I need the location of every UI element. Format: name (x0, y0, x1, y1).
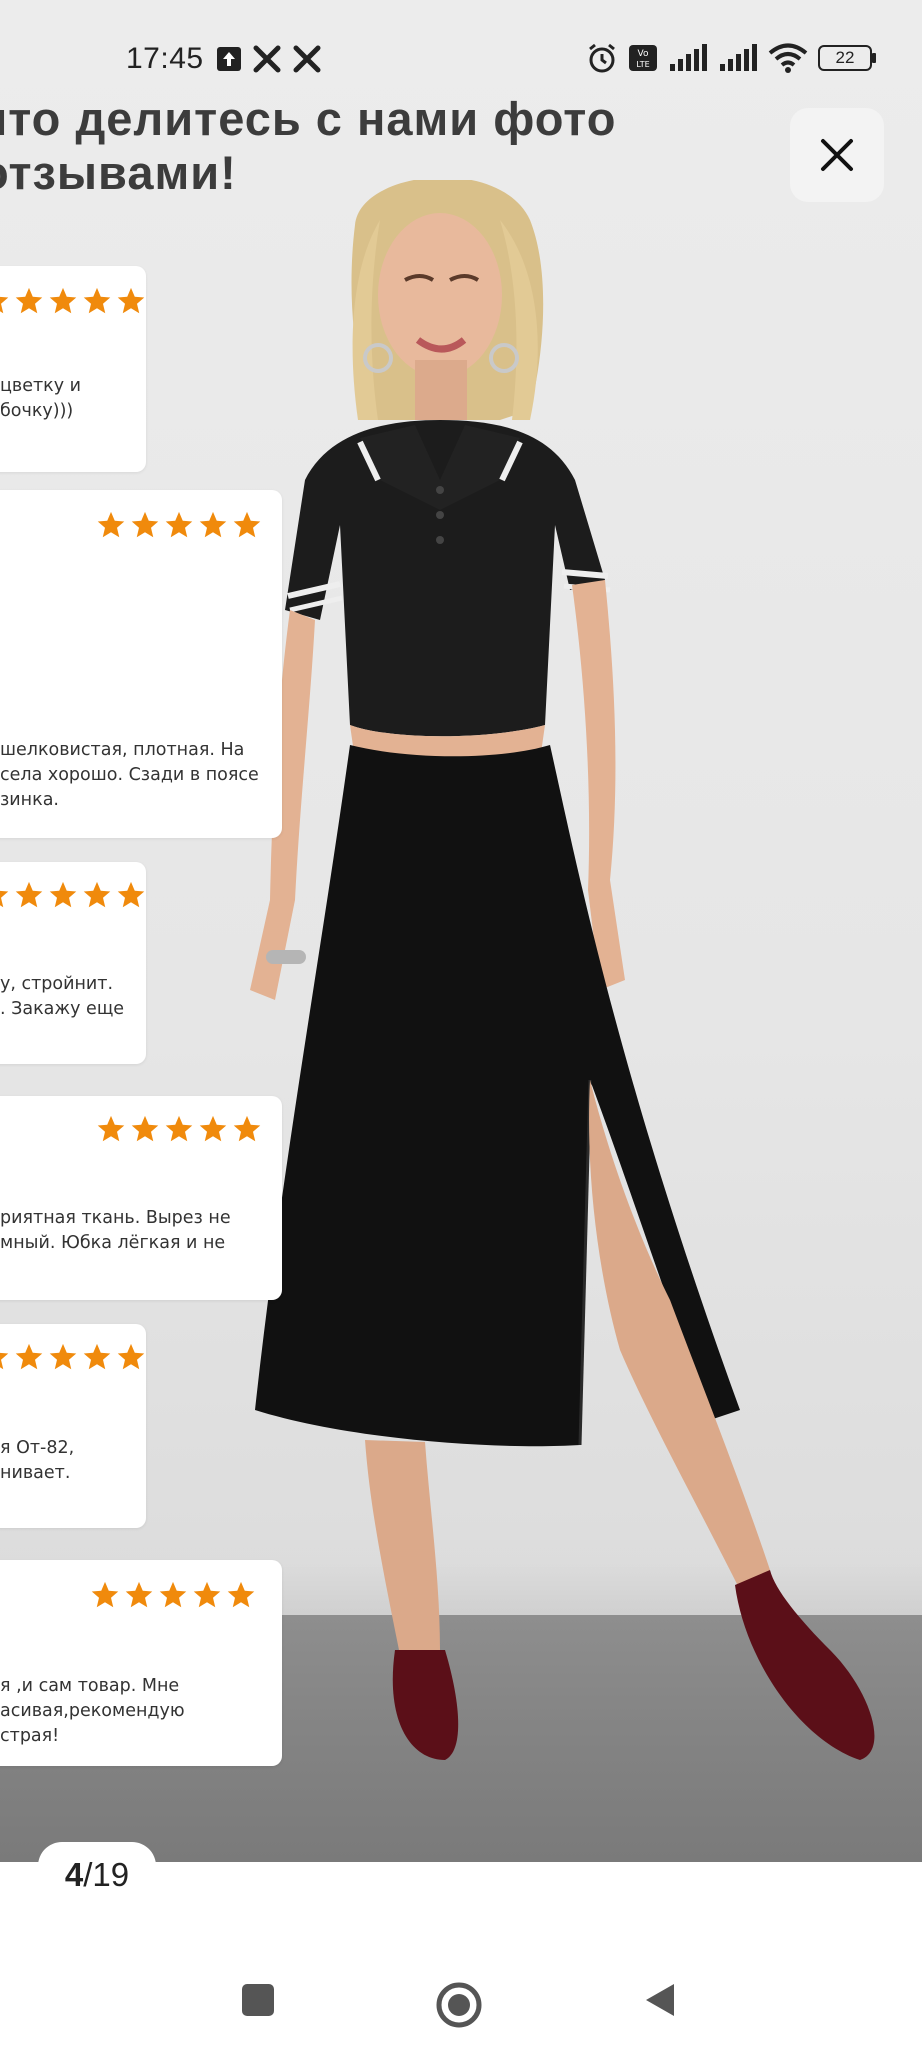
star-icon (97, 511, 125, 538)
signal-icon (720, 44, 757, 71)
star-icon (83, 1343, 111, 1370)
rating-stars (96, 1114, 262, 1144)
pager-current: 4 (64, 1856, 84, 1893)
model-figure (250, 180, 875, 1760)
star-icon (83, 287, 111, 314)
star-icon (15, 1343, 43, 1370)
star-icon (49, 881, 77, 908)
battery-icon: 22 (818, 45, 876, 71)
system-nav-bar (0, 1940, 922, 2048)
rating-stars (0, 1342, 146, 1372)
recents-square-icon (242, 1984, 274, 2016)
recents-button[interactable] (238, 1980, 278, 2020)
status-time: 17:45 (126, 42, 204, 75)
star-icon (193, 1581, 221, 1608)
rating-stars (90, 1580, 256, 1610)
review-card: цветку и бочку))) (0, 266, 146, 472)
star-icon (125, 1581, 153, 1608)
svg-text:LTE: LTE (636, 60, 649, 69)
star-icon (97, 1115, 125, 1142)
alarm-icon (589, 43, 615, 73)
promo-heading-line1: что делитесь с нами фото (0, 92, 617, 145)
svg-text:Vo: Vo (638, 49, 649, 59)
star-icon (15, 287, 43, 314)
star-icon (117, 881, 145, 908)
signal-icon (670, 44, 707, 71)
rating-stars (0, 880, 146, 910)
close-icon (821, 139, 853, 171)
status-bar: 17:45 Vo LTE 22 (0, 36, 922, 86)
star-icon (15, 881, 43, 908)
star-icon (199, 1115, 227, 1142)
star-icon (117, 1343, 145, 1370)
pager-separator: / (83, 1856, 93, 1893)
back-triangle-icon (646, 1984, 674, 2016)
home-button[interactable] (434, 1980, 484, 2030)
star-icon (233, 1115, 261, 1142)
promo-heading: что делитесь с нами фото отзывами! (0, 92, 680, 200)
star-icon (199, 511, 227, 538)
image-pager: 4 / 19 (38, 1842, 156, 1894)
promo-heading-line2: отзывами! (0, 146, 237, 199)
review-text: я От-82, нивает. (0, 1438, 75, 1483)
review-text: цветку и бочку))) (0, 376, 82, 421)
review-text: у, стройнит. . Закажу еще (0, 974, 125, 1019)
star-icon (0, 890, 9, 908)
review-card: я От-82, нивает. (0, 1324, 146, 1528)
close-button[interactable] (790, 108, 884, 202)
tools-icon (293, 45, 321, 73)
review-text: я ,и сам товар. Мне асивая,рекомендую ст… (0, 1676, 185, 1746)
review-card: у, стройнит. . Закажу еще (0, 862, 146, 1064)
star-icon (49, 1343, 77, 1370)
star-icon (49, 287, 77, 314)
star-icon (131, 511, 159, 538)
review-text: шелковистая, плотная. На села хорошо. Сз… (0, 740, 259, 810)
battery-level: 22 (835, 48, 855, 67)
rating-stars (96, 510, 262, 540)
review-card: риятная ткань. Вырез не мный. Юбка лёгка… (0, 1096, 282, 1300)
pager-total: 19 (92, 1856, 130, 1893)
tools-icon (253, 45, 281, 73)
star-icon (227, 1581, 255, 1608)
star-icon (159, 1581, 187, 1608)
star-icon (131, 1115, 159, 1142)
star-icon (91, 1581, 119, 1608)
rating-stars (0, 286, 146, 316)
upload-arrow-icon (217, 47, 241, 71)
review-text: риятная ткань. Вырез не мный. Юбка лёгка… (0, 1208, 231, 1253)
home-circle-icon (436, 1982, 482, 2028)
back-button[interactable] (640, 1980, 680, 2020)
volte-icon: Vo LTE (629, 45, 657, 71)
review-card: я ,и сам товар. Мне асивая,рекомендую ст… (0, 1560, 282, 1766)
star-icon (83, 881, 111, 908)
star-icon (165, 1115, 193, 1142)
star-icon (233, 511, 261, 538)
review-card: шелковистая, плотная. На села хорошо. Сз… (0, 490, 282, 838)
star-icon (117, 287, 145, 314)
star-icon (0, 296, 9, 314)
wifi-icon (768, 43, 808, 73)
star-icon (165, 511, 193, 538)
star-icon (0, 1352, 9, 1370)
